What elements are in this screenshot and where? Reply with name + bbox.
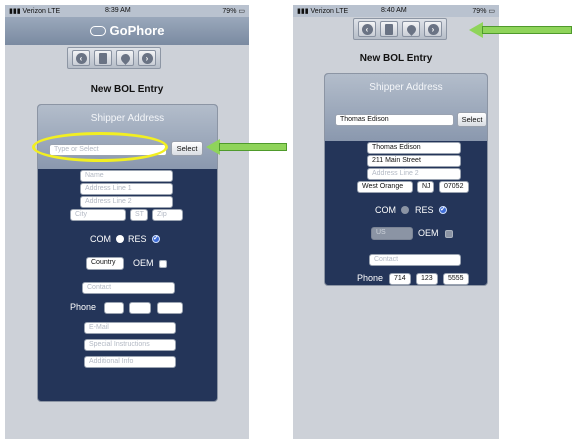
country-field[interactable]: Country	[86, 257, 124, 270]
page-title: New BOL Entry	[359, 53, 433, 64]
phone-prefix-field[interactable]	[129, 302, 151, 314]
name-field[interactable]: Thomas Edison	[367, 142, 461, 154]
card-title: Shipper Address	[369, 82, 443, 93]
select-button[interactable]: Select	[171, 141, 203, 156]
highlight-ellipse	[32, 132, 168, 162]
location-pin-icon	[404, 22, 418, 36]
res-label: RES	[415, 205, 434, 215]
special-instructions-field[interactable]: Special Instructions	[84, 339, 176, 351]
phone-line-field[interactable]: 5555	[443, 273, 469, 285]
additional-info-field[interactable]: Additional Info	[84, 356, 176, 368]
state-field[interactable]: ST	[130, 209, 148, 221]
trash-icon	[99, 52, 107, 64]
app-title: GoPhore	[5, 23, 249, 38]
contact-field[interactable]: Contact	[369, 254, 461, 266]
phone-prefix-field[interactable]: 123	[416, 273, 438, 285]
card-title: Shipper Address	[90, 113, 165, 124]
zip-field[interactable]: Zip	[152, 209, 183, 221]
card-header: Shipper Address	[325, 74, 487, 141]
arrow-pointer-left	[219, 143, 287, 151]
state-field[interactable]: NJ	[417, 181, 434, 193]
battery-icon: ▭	[238, 8, 245, 15]
oem-label: OEM	[418, 228, 439, 238]
signal-icon: ▮▮▮	[297, 8, 309, 15]
address-line-1-field[interactable]: Address Line 1	[80, 183, 173, 195]
toolbar: ‹ ›	[353, 18, 447, 40]
forward-icon: ›	[141, 52, 153, 64]
phone-line-field[interactable]	[157, 302, 183, 314]
location-button[interactable]	[402, 21, 420, 37]
phone-label: Phone	[357, 273, 384, 283]
signal-icon: ▮▮▮	[9, 8, 21, 15]
status-time: 8:40 AM	[381, 7, 407, 14]
com-radio[interactable]	[116, 235, 124, 243]
checkmark-icon: ✓	[153, 235, 159, 242]
forward-button[interactable]: ›	[138, 50, 156, 66]
com-label: COM	[90, 234, 111, 244]
delete-button[interactable]	[94, 50, 112, 66]
cloud-icon	[89, 26, 106, 36]
left-phone-screen: ▮▮▮ Verizon LTE 8:39 AM 79% ▭ GoPhore ‹ …	[5, 5, 249, 439]
battery-icon: ▭	[488, 8, 495, 15]
select-button[interactable]: Select	[457, 112, 487, 127]
oem-checkbox[interactable]	[159, 260, 167, 268]
location-pin-icon	[118, 51, 132, 65]
location-button[interactable]	[116, 50, 134, 66]
arrow-head-left	[206, 139, 220, 155]
oem-label: OEM	[133, 258, 154, 268]
city-field[interactable]: City	[70, 209, 126, 221]
name-field[interactable]: Name	[80, 170, 173, 182]
phone-area-code-field[interactable]: 714	[389, 273, 411, 285]
city-field[interactable]: West Orange	[357, 181, 413, 193]
oem-checkbox[interactable]	[445, 230, 453, 238]
zip-field[interactable]: 07052	[439, 181, 469, 193]
forward-icon: ›	[427, 23, 439, 35]
page-title: New BOL Entry	[90, 84, 164, 95]
address-line-1-field[interactable]: 211 Main Street	[367, 155, 461, 167]
back-icon: ‹	[361, 23, 373, 35]
checkmark-icon: ✓	[440, 206, 446, 213]
app-titlebar: GoPhore	[5, 17, 249, 45]
address-line-2-field[interactable]: Address Line 2	[367, 168, 461, 180]
country-field[interactable]: US	[371, 227, 413, 240]
arrow-pointer-right	[482, 26, 572, 34]
phone-label: Phone	[70, 302, 97, 312]
battery: 79% ▭	[222, 8, 245, 15]
right-phone-screen: ▮▮▮ Verizon LTE 8:40 AM 79% ▭ ‹ › New BO…	[293, 5, 499, 439]
carrier: ▮▮▮ Verizon LTE	[9, 8, 61, 15]
delete-button[interactable]	[380, 21, 398, 37]
address-line-2-field[interactable]: Address Line 2	[80, 196, 173, 208]
contact-field[interactable]: Contact	[82, 282, 175, 294]
email-field[interactable]: E-Mail	[84, 322, 176, 334]
phone-area-code-field[interactable]	[104, 302, 124, 314]
forward-button[interactable]: ›	[424, 21, 442, 37]
back-button[interactable]: ‹	[358, 21, 376, 37]
carrier: ▮▮▮ Verizon LTE	[297, 8, 349, 15]
status-bar: ▮▮▮ Verizon LTE 8:39 AM 79% ▭	[5, 5, 249, 17]
shipper-search-input[interactable]: Thomas Edison	[335, 114, 454, 126]
res-label: RES	[128, 234, 147, 244]
back-button[interactable]: ‹	[72, 50, 90, 66]
com-label: COM	[375, 205, 396, 215]
com-radio[interactable]	[401, 206, 409, 214]
shipper-address-card: Shipper Address Thomas Edison Select Tho…	[324, 73, 488, 286]
toolbar: ‹ ›	[67, 47, 161, 69]
status-bar: ▮▮▮ Verizon LTE 8:40 AM 79% ▭	[293, 5, 499, 17]
arrow-head-right	[469, 22, 483, 38]
status-time: 8:39 AM	[105, 7, 131, 14]
back-icon: ‹	[75, 52, 87, 64]
trash-icon	[385, 23, 393, 35]
battery: 79% ▭	[472, 8, 495, 15]
